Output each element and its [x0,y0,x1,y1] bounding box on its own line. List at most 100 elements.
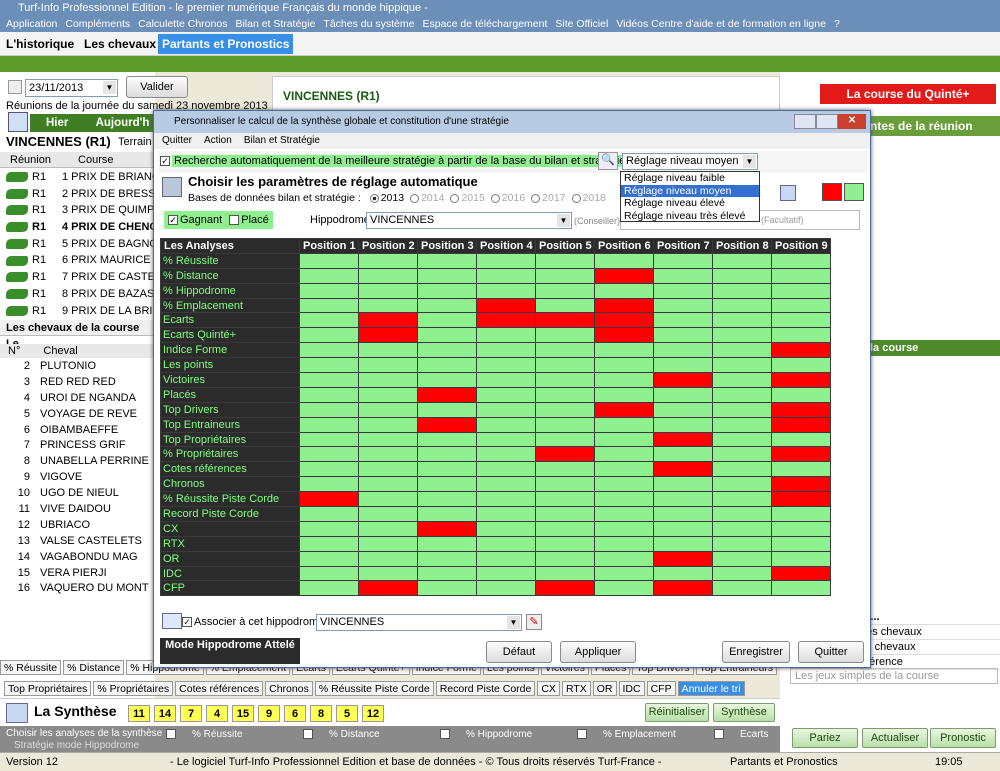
cell-included[interactable] [535,252,595,269]
cell-excluded[interactable] [358,327,418,344]
menu-item[interactable]: Bilan et Stratégie [235,18,315,30]
synthese-check[interactable]: ✓ % Réussite [166,729,303,740]
cell-included[interactable] [535,565,595,582]
cell-included[interactable] [594,491,654,508]
race-row[interactable]: R1 3 PRIX DE QUIMP [6,202,155,219]
jeux-simples[interactable]: Les jeux simples de la course [790,668,998,684]
cell-included[interactable] [476,535,536,552]
horse-row[interactable]: 16 VAQUERO DU MONT [8,581,155,597]
cell-included[interactable] [594,580,654,597]
race-row[interactable]: R1 5 PRIX DE BAGNO [6,236,155,253]
cell-included[interactable] [535,357,595,374]
cell-included[interactable] [358,476,418,493]
cell-included[interactable] [594,386,654,403]
cell-included[interactable] [535,416,595,433]
cell-included[interactable] [299,342,359,359]
cell-included[interactable] [712,550,772,567]
level-select[interactable]: Réglage niveau moyen ▼ [622,153,758,170]
cell-included[interactable] [417,535,477,552]
year-radio[interactable]: 2015 [450,192,485,204]
menu-item[interactable]: Espace de téléchargement [422,18,547,30]
cell-included[interactable] [417,446,477,463]
cell-included[interactable] [299,446,359,463]
synthese-number[interactable]: 4 [206,705,228,722]
menu-item[interactable]: Vidéos Centre d'aide et de formation en … [616,18,826,30]
gagnant-checkbox[interactable]: ✓ [168,215,178,226]
cell-included[interactable] [417,431,477,448]
cell-included[interactable] [653,312,713,329]
cell-included[interactable] [417,372,477,388]
synthese-number[interactable]: 12 [362,705,384,722]
cell-excluded[interactable] [653,431,713,448]
cell-included[interactable] [594,476,654,493]
cell-included[interactable] [535,506,595,522]
tab-chevaux[interactable]: Les chevaux [80,34,160,54]
cell-excluded[interactable] [476,312,536,329]
cell-included[interactable] [299,252,359,269]
cell-included[interactable] [653,327,713,344]
menu-item[interactable]: ? [834,18,840,30]
cell-included[interactable] [771,297,831,314]
analysis-tab[interactable]: % Propriétaires [93,681,174,696]
cell-included[interactable] [535,342,595,359]
cell-excluded[interactable] [771,416,831,433]
cell-excluded[interactable] [594,297,654,314]
red-color-swatch[interactable] [822,183,842,201]
cell-included[interactable] [653,252,713,269]
cell-included[interactable] [358,565,418,582]
cell-included[interactable] [712,401,772,418]
menu-item[interactable]: Tâches du système [323,18,414,30]
cell-included[interactable] [417,580,477,597]
cell-included[interactable] [535,461,595,478]
cell-included[interactable] [594,565,654,582]
menu-item[interactable]: Application [6,18,57,30]
reunion-banner[interactable]: ntes de la réunion [870,116,1000,136]
cell-included[interactable] [594,416,654,433]
year-radio[interactable]: 2016 [490,192,525,204]
race-row[interactable]: R1 9 PRIX DE LA BRI [6,303,155,320]
cell-included[interactable] [535,535,595,552]
cell-excluded[interactable] [771,446,831,463]
cell-included[interactable] [476,386,536,403]
cell-included[interactable] [299,461,359,478]
synthese-check[interactable]: ✓ Ecarts [714,729,851,740]
cell-included[interactable] [476,372,536,388]
analysis-tab[interactable]: CFP [646,681,676,696]
cell-included[interactable] [594,282,654,299]
defaut-button[interactable]: Défaut [486,641,552,663]
tab-historique[interactable]: L'historique [2,34,78,54]
cell-included[interactable] [535,372,595,388]
cell-excluded[interactable] [535,446,595,463]
annuler-tri-button[interactable]: Annuler le tri [677,681,745,696]
horse-row[interactable]: 14 VAGABONDU MAG [8,550,155,566]
cell-included[interactable] [358,342,418,359]
cell-included[interactable] [417,476,477,493]
cell-included[interactable] [358,386,418,403]
analysis-tab[interactable]: Top Propriétaires [4,681,92,696]
cell-excluded[interactable] [535,312,595,329]
cell-included[interactable] [653,565,713,582]
green-color-swatch[interactable] [844,183,864,201]
synthese-number[interactable]: 11 [128,705,150,722]
cell-included[interactable] [417,506,477,522]
analysis-tab[interactable]: % Distance [63,660,125,675]
analysis-tab[interactable]: OR [592,681,617,696]
cell-included[interactable] [476,252,536,269]
cell-included[interactable] [299,282,359,299]
tab-partants[interactable]: Partants et Pronostics [158,34,294,54]
cell-included[interactable] [299,297,359,314]
search-icon[interactable]: 🔍 [598,152,618,170]
cell-excluded[interactable] [771,372,831,388]
cell-included[interactable] [299,580,359,597]
cell-included[interactable] [653,446,713,463]
cell-included[interactable] [358,372,418,388]
pin-icon[interactable]: ✎ [526,614,542,630]
cell-excluded[interactable] [771,565,831,582]
synthese-check[interactable]: ✓ % Emplacement [577,729,714,740]
cell-included[interactable] [653,476,713,493]
cell-included[interactable] [535,327,595,344]
cell-included[interactable] [653,297,713,314]
synthese-number[interactable]: 9 [258,705,280,722]
cell-included[interactable] [417,461,477,478]
cell-included[interactable] [653,535,713,552]
